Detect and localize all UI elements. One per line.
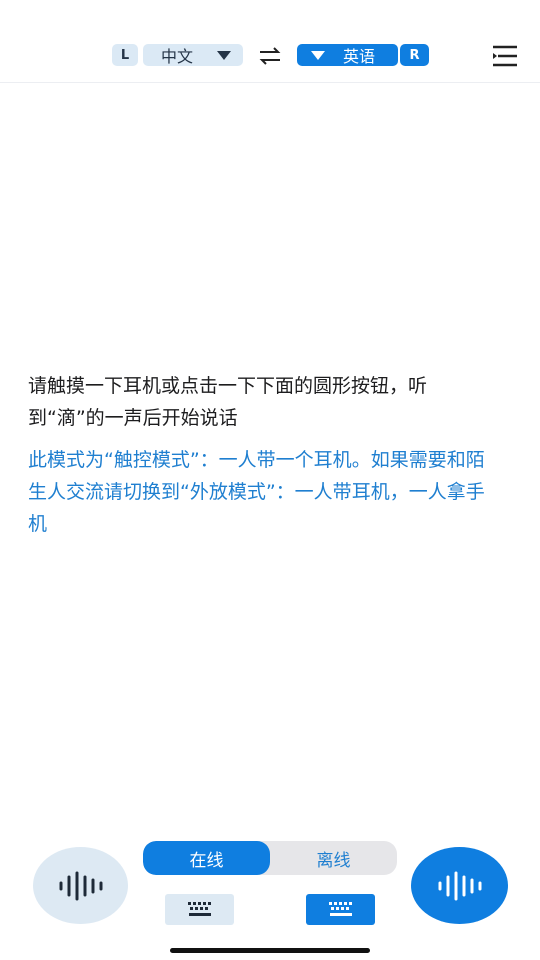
dropdown-triangle-icon: [311, 50, 325, 60]
left-keyboard-button[interactable]: [165, 894, 234, 925]
home-indicator: [170, 948, 370, 953]
left-mic-button[interactable]: [33, 847, 128, 924]
swap-arrows-icon[interactable]: [258, 46, 282, 66]
menu-icon[interactable]: [490, 44, 520, 68]
left-earbud-tag: L: [112, 44, 138, 66]
voice-wave-icon: [438, 871, 481, 900]
target-language-label: 英语: [343, 47, 376, 66]
target-language-selector[interactable]: 英语: [297, 44, 398, 66]
keyboard-icon: [328, 901, 352, 916]
tab-online[interactable]: 在线: [143, 841, 270, 875]
online-offline-toggle[interactable]: 在线 离线: [143, 841, 397, 875]
voice-wave-icon: [59, 871, 102, 900]
mode-note-text: 此模式为“触控模式”：一人带一个耳机。如果需要和陌生人交流请切换到“外放模式”：…: [28, 449, 485, 535]
dropdown-triangle-icon: [217, 50, 231, 60]
tab-offline[interactable]: 离线: [270, 841, 397, 875]
top-bar: L 中文 英语 R: [0, 0, 540, 83]
keyboard-icon: [187, 901, 211, 916]
right-keyboard-button[interactable]: [306, 894, 375, 925]
instruction-text: 请触摸一下耳机或点击一下下面的圆形按钮，听到“滴”的一声后开始说话: [28, 375, 428, 429]
right-mic-button[interactable]: [411, 847, 508, 924]
right-earbud-tag: R: [400, 44, 429, 66]
source-language-selector[interactable]: 中文: [143, 44, 243, 66]
source-language-label: 中文: [161, 47, 194, 66]
